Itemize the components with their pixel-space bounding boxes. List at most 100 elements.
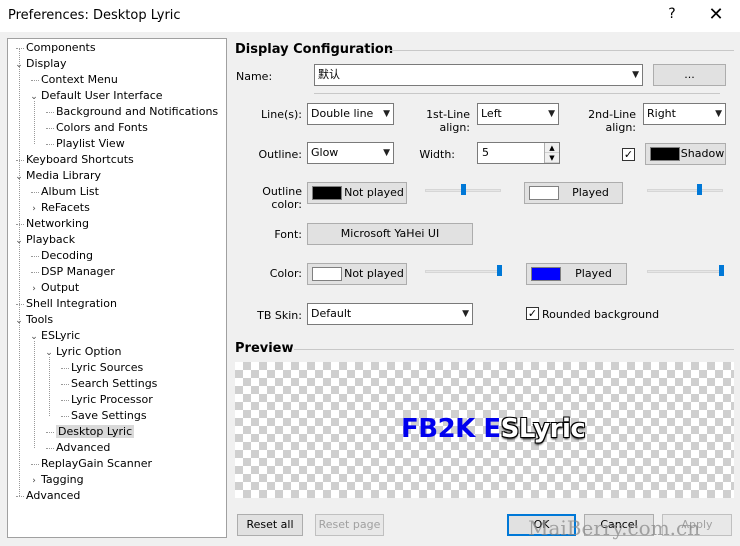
outline-played-swatch xyxy=(529,186,559,200)
name-options-button[interactable]: ... xyxy=(653,64,726,86)
second-align-combo[interactable]: Right ▼ xyxy=(643,103,726,125)
first-align-combo[interactable]: Left ▼ xyxy=(477,103,559,125)
tree-item-label: Output xyxy=(41,281,80,294)
tree-item[interactable]: Keyboard Shortcuts xyxy=(14,152,134,168)
tree-item[interactable]: Networking xyxy=(14,216,89,232)
tree-connector xyxy=(16,303,24,305)
tree-item-label: Search Settings xyxy=(71,377,158,390)
reset-all-button[interactable]: Reset all xyxy=(237,514,303,536)
tree-item[interactable]: ⌄ Media Library xyxy=(14,168,101,184)
color-played-button[interactable]: Played xyxy=(526,263,627,285)
color-not-played-swatch xyxy=(312,267,342,281)
tree-item[interactable]: › ReFacets xyxy=(29,200,90,216)
tree-item[interactable]: ⌄ Display xyxy=(14,56,67,72)
tree-item[interactable]: ⌄ Playback xyxy=(14,232,75,248)
slider-thumb[interactable] xyxy=(697,184,703,195)
preferences-tree[interactable]: Components ⌄ Display Context Menu ⌄ Default U… xyxy=(7,38,227,538)
collapse-icon[interactable]: › xyxy=(29,201,39,217)
tree-item[interactable]: ⌄ Lyric Option xyxy=(44,344,121,360)
outline-played-slider[interactable] xyxy=(647,183,723,199)
tree-item-label: DSP Manager xyxy=(41,265,115,278)
tree-item[interactable]: Playlist View xyxy=(44,136,125,152)
tree-item[interactable]: Decoding xyxy=(29,248,93,264)
tree-item[interactable]: Lyric Processor xyxy=(59,392,153,408)
font-label: Font: xyxy=(274,228,302,241)
spin-up-icon[interactable]: ▲ xyxy=(545,143,559,153)
reset-page-button[interactable]: Reset page xyxy=(315,514,384,536)
tree-item[interactable]: Advanced xyxy=(44,440,110,456)
shadow-color-button[interactable]: Shadow xyxy=(645,143,726,165)
color-not-played-button[interactable]: Not played xyxy=(307,263,407,285)
collapse-icon[interactable]: › xyxy=(29,281,39,297)
font-button[interactable]: Microsoft YaHei UI xyxy=(307,223,473,245)
name-combo[interactable]: 默认 ▼ xyxy=(314,64,643,86)
tree-connector xyxy=(61,367,69,369)
shadow-label: Shadow xyxy=(680,147,725,160)
tree-item[interactable]: ReplayGain Scanner xyxy=(29,456,152,472)
tree-item-label: Decoding xyxy=(41,249,94,262)
tree-guide-line xyxy=(19,48,20,496)
tree-guide-line xyxy=(34,341,35,448)
rounded-background-label[interactable]: Rounded background xyxy=(542,308,659,321)
collapse-icon[interactable]: › xyxy=(29,473,39,489)
close-icon[interactable]: ✕ xyxy=(704,4,728,28)
tree-item[interactable]: Components xyxy=(14,40,96,56)
tree-item[interactable]: ⌄ Default User Interface xyxy=(29,88,163,104)
slider-track xyxy=(647,189,723,192)
window-title: Preferences: Desktop Lyric xyxy=(8,8,181,23)
tree-item[interactable]: Colors and Fonts xyxy=(44,120,148,136)
title-bar: Preferences: Desktop Lyric ? ✕ xyxy=(0,0,740,32)
tb-skin-value: Default xyxy=(311,307,352,320)
checkmark-icon: ✓ xyxy=(527,307,538,320)
color-not-played-slider[interactable] xyxy=(425,264,502,280)
tree-item[interactable]: Shell Integration xyxy=(14,296,117,312)
name-label: Name: xyxy=(236,70,273,83)
outline-not-played-button[interactable]: Not played xyxy=(307,182,407,204)
tree-item[interactable]: Advanced xyxy=(14,488,80,504)
tree-item[interactable]: Album List xyxy=(29,184,99,200)
tree-item-label: Default User Interface xyxy=(41,89,163,102)
tree-connector xyxy=(31,255,39,257)
tree-item-label: Colors and Fonts xyxy=(56,121,148,134)
help-icon[interactable]: ? xyxy=(662,6,682,26)
tree-item[interactable]: Context Menu xyxy=(29,72,118,88)
slider-thumb[interactable] xyxy=(461,184,466,195)
tree-item[interactable]: Background and Notifications xyxy=(44,104,218,120)
outline-color-label: Outline color: xyxy=(262,185,302,211)
tree-item[interactable]: DSP Manager xyxy=(29,264,115,280)
preview-lyric-text: FB2K ESLyric xyxy=(401,414,586,444)
tree-item[interactable]: Search Settings xyxy=(59,376,157,392)
tree-connector xyxy=(46,447,54,449)
width-value: 5 xyxy=(482,146,489,159)
outline-not-played-slider[interactable] xyxy=(425,183,501,199)
tree-item[interactable]: Desktop Lyric xyxy=(44,424,135,440)
tree-item-label: Tagging xyxy=(41,473,84,486)
shadow-checkbox[interactable]: ✓ xyxy=(622,148,635,161)
lines-combo[interactable]: Double line ▼ xyxy=(307,103,394,125)
tree-item[interactable]: Save Settings xyxy=(59,408,147,424)
outline-combo[interactable]: Glow ▼ xyxy=(307,142,394,164)
tree-item[interactable]: › Tagging xyxy=(29,472,84,489)
width-spinner[interactable]: 5 ▲ ▼ xyxy=(477,142,560,164)
slider-thumb[interactable] xyxy=(718,265,724,276)
tree-item-label: ReFacets xyxy=(41,201,90,214)
tree-item-label: Display xyxy=(26,57,67,70)
tree-item-label: Media Library xyxy=(26,169,101,182)
heading-rule xyxy=(388,50,734,51)
tree-item[interactable]: › Output xyxy=(29,280,79,296)
name-rule xyxy=(314,93,720,94)
tree-connector xyxy=(46,111,54,113)
color-played-slider[interactable] xyxy=(647,264,724,280)
lines-value: Double line xyxy=(311,107,374,120)
tree-item[interactable]: ⌄ ESLyric xyxy=(29,328,80,344)
tree-item[interactable]: Lyric Sources xyxy=(59,360,143,376)
rounded-background-checkbox[interactable]: ✓ xyxy=(526,307,539,320)
tb-skin-combo[interactable]: Default ▼ xyxy=(307,303,473,325)
spin-down-icon[interactable]: ▼ xyxy=(545,153,559,163)
spinner-buttons[interactable]: ▲ ▼ xyxy=(544,143,559,163)
tree-item-label: Save Settings xyxy=(71,409,147,422)
slider-thumb[interactable] xyxy=(496,265,502,276)
chevron-down-icon: ▼ xyxy=(548,109,555,119)
first-align-value: Left xyxy=(481,107,502,120)
outline-played-button[interactable]: Played xyxy=(524,182,623,204)
